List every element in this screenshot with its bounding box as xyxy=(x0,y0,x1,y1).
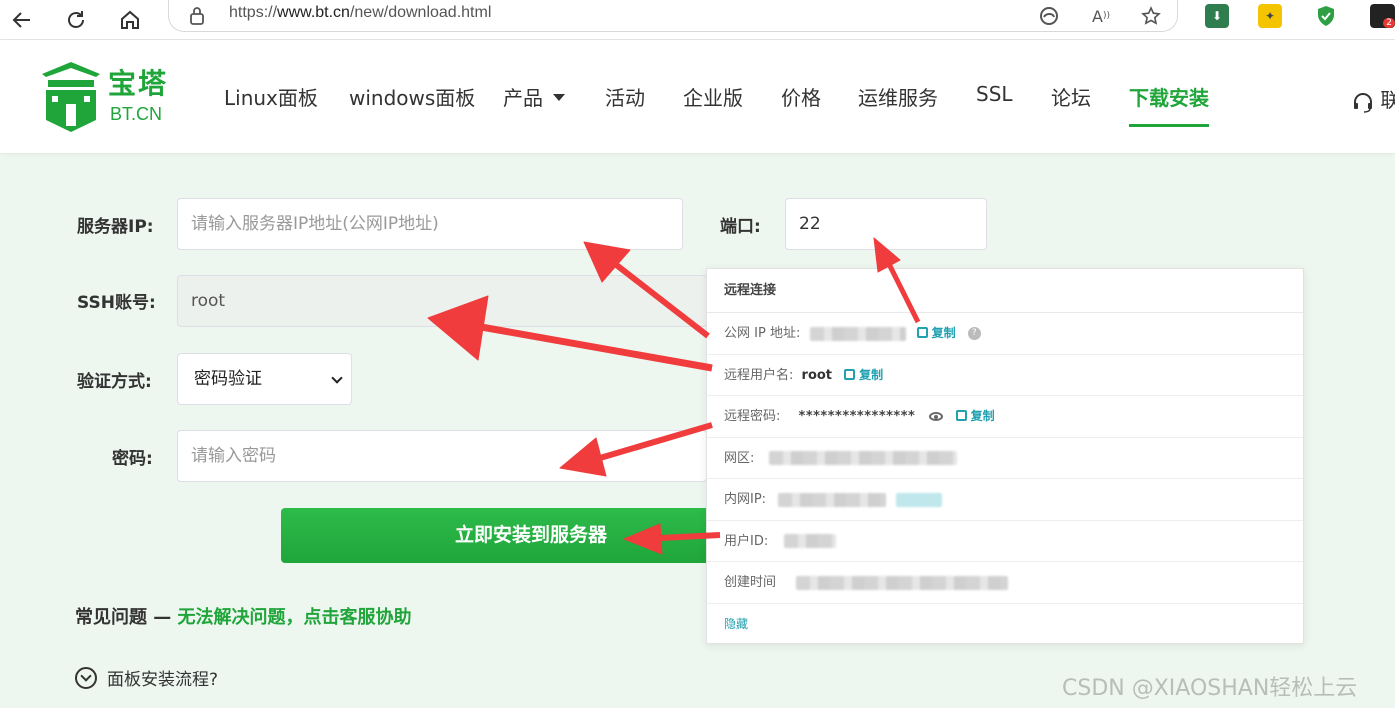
remote-user-row: 远程用户名: root 复制 xyxy=(707,355,1303,396)
server-ip-label: 服务器IP: xyxy=(77,217,154,237)
password-input[interactable] xyxy=(177,430,707,482)
expand-chevron-icon xyxy=(75,667,97,689)
nav-events[interactable]: 活动 xyxy=(605,82,645,111)
nav-download-install[interactable]: 下载安装 xyxy=(1129,82,1209,111)
nav-forum[interactable]: 论坛 xyxy=(1051,82,1091,111)
user-id-value-redacted xyxy=(784,534,837,548)
copy-user-button[interactable]: 复制 xyxy=(844,368,883,382)
chevron-down-icon xyxy=(331,372,343,384)
address-bar[interactable]: https://www.bt.cn/new/download.html A)) xyxy=(168,0,1178,32)
nav-enterprise[interactable]: 企业版 xyxy=(683,82,743,111)
faq-heading: 常见问题 — xyxy=(75,607,178,628)
customer-service-link[interactable]: 无法解决问题，点击客服协助 xyxy=(178,607,412,628)
created-time-label: 创建时间 xyxy=(724,575,777,590)
home-icon[interactable] xyxy=(114,4,146,36)
contact-link[interactable]: 联 xyxy=(1352,84,1395,113)
remote-password-value: **************** xyxy=(798,409,916,424)
nav-products-label: 产品 xyxy=(503,86,543,110)
nav-windows-panel[interactable]: windows面板 xyxy=(349,82,475,111)
port-input[interactable] xyxy=(785,198,987,250)
ssh-account-input[interactable] xyxy=(177,275,707,327)
server-ip-input[interactable] xyxy=(177,198,683,250)
inner-ip-label: 内网IP: xyxy=(724,492,767,507)
faq-item-label: 面板安装流程? xyxy=(107,670,219,690)
public-ip-value-redacted xyxy=(810,326,907,341)
star-icon[interactable] xyxy=(1139,4,1163,28)
zone-row: 网区: xyxy=(707,438,1303,479)
auth-method-label: 验证方式: xyxy=(77,372,152,392)
read-aloud-icon[interactable]: A)) xyxy=(1089,4,1113,28)
hide-row: 隐藏 xyxy=(707,604,1303,646)
headset-icon xyxy=(1354,92,1372,113)
public-ip-label: 公网 IP 地址: xyxy=(724,326,801,341)
edge-icon[interactable] xyxy=(1037,4,1061,28)
shield-icon[interactable] xyxy=(1314,4,1338,28)
download-extension-icon[interactable]: ⬇ xyxy=(1205,4,1229,28)
nav-pricing[interactable]: 价格 xyxy=(781,82,821,111)
hide-link[interactable]: 隐藏 xyxy=(724,617,748,631)
inner-ip-copy-redacted xyxy=(896,492,943,507)
inner-ip-value-redacted xyxy=(778,492,887,507)
site-header: 宝塔 BT.CN Linux面板 windows面板 产品 活动 企业版 价格 … xyxy=(0,40,1395,153)
bt-logo[interactable]: 宝塔 BT.CN xyxy=(38,60,178,132)
faq-title: 常见问题 — 无法解决问题，点击客服协助 xyxy=(75,603,412,629)
active-nav-underline xyxy=(1129,124,1209,127)
nav-products[interactable]: 产品 xyxy=(503,82,565,111)
auth-method-select[interactable]: 密码验证 xyxy=(177,353,352,405)
tower-logo-icon xyxy=(42,62,100,132)
user-id-label: 用户ID: xyxy=(724,533,769,549)
nav-ops-service[interactable]: 运维服务 xyxy=(858,82,938,111)
nav-linux-panel[interactable]: Linux面板 xyxy=(224,82,318,111)
csdn-watermark: CSDN @XIAOSHAN轻松上云 xyxy=(1062,676,1358,701)
remote-password-row: 远程密码: **************** 复制 xyxy=(707,396,1303,438)
remote-user-value: root xyxy=(801,367,833,383)
copy-ip-button[interactable]: 复制 xyxy=(916,326,956,340)
nav-ssl[interactable]: SSL xyxy=(976,82,1013,106)
logo-text-cn: 宝塔 xyxy=(108,67,169,100)
extension-badge: 2 xyxy=(1383,18,1395,28)
remote-password-label: 远程密码: xyxy=(724,409,781,424)
remote-connection-panel: 远程连接 公网 IP 地址: 复制 ? 远程用户名: root 复制 远程密码:… xyxy=(706,268,1304,644)
public-ip-row: 公网 IP 地址: 复制 ? xyxy=(707,313,1303,355)
eye-icon[interactable] xyxy=(929,412,944,421)
created-time-row: 创建时间 xyxy=(707,562,1303,604)
zone-value-redacted xyxy=(768,451,957,465)
copy-icon xyxy=(916,327,928,338)
lock-icon xyxy=(189,6,205,30)
profile-extension-icon[interactable]: 2 xyxy=(1370,4,1395,28)
help-icon[interactable]: ? xyxy=(967,327,981,340)
back-icon[interactable] xyxy=(6,4,38,36)
faq-item-install-process[interactable]: 面板安装流程? xyxy=(75,665,218,691)
copy-icon xyxy=(955,410,967,421)
copy-icon xyxy=(844,368,856,380)
auth-method-value: 密码验证 xyxy=(194,369,262,389)
password-label: 密码: xyxy=(112,449,153,469)
port-label: 端口: xyxy=(720,217,761,237)
created-time-value-redacted xyxy=(796,575,1009,590)
panel-title: 远程连接 xyxy=(707,269,1303,313)
browser-toolbar: https://www.bt.cn/new/download.html A)) … xyxy=(0,0,1395,40)
contact-label: 联 xyxy=(1380,88,1395,112)
copy-password-button[interactable]: 复制 xyxy=(955,409,995,423)
url-text: https://www.bt.cn/new/download.html xyxy=(229,4,492,21)
arrow-ssh-shaft xyxy=(469,321,713,372)
caret-down-icon xyxy=(553,94,565,101)
user-id-row: 用户ID: xyxy=(707,521,1303,562)
logo-text-en: BT.CN xyxy=(110,104,163,124)
zone-label: 网区: xyxy=(724,450,755,466)
remote-user-label: 远程用户名: xyxy=(724,367,794,383)
extension-icon[interactable]: ✦ xyxy=(1258,4,1282,28)
refresh-icon[interactable] xyxy=(60,4,92,36)
inner-ip-row: 内网IP: xyxy=(707,479,1303,521)
ssh-account-label: SSH账号: xyxy=(77,293,156,313)
